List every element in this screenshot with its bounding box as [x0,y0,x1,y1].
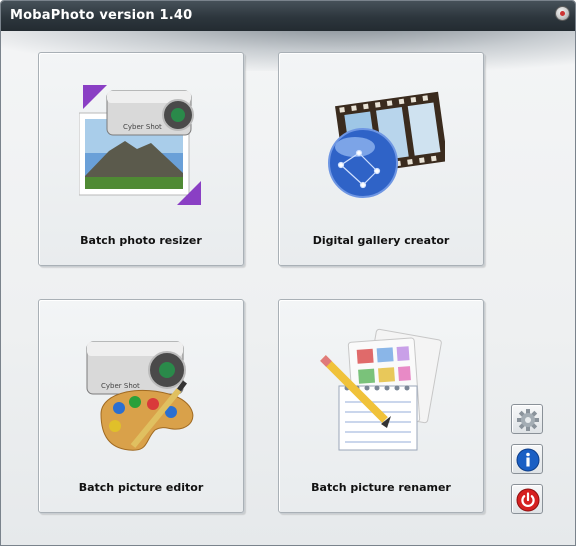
info-icon [516,448,540,472]
close-button[interactable] [556,7,569,20]
gallery-creator-icon [328,91,445,198]
exit-button[interactable] [511,484,543,514]
title-bar: MobaPhoto version 1.40 [1,1,575,31]
picture-editor-icon: Cyber Shot [86,341,194,451]
batch-picture-renamer-button[interactable]: Batch picture renamer [278,299,484,513]
power-icon [516,488,540,512]
photo-resizer-icon: Cyber Shot [79,85,201,205]
info-button[interactable] [511,444,543,474]
main-window: MobaPhoto version 1.40 Cyber Shot Batch … [0,0,576,546]
gear-icon [517,409,539,431]
svg-text:Cyber Shot: Cyber Shot [123,123,162,131]
batch-picture-editor-button[interactable]: Cyber Shot Batch picture editor [38,299,244,513]
digital-gallery-creator-button[interactable]: Digital gallery creator [278,52,484,266]
window-title: MobaPhoto version 1.40 [10,8,193,23]
picture-renamer-icon [320,328,442,451]
svg-text:Cyber Shot: Cyber Shot [101,382,140,390]
tile-label: Batch picture renamer [311,481,451,494]
settings-button[interactable] [511,404,543,434]
tile-label: Digital gallery creator [312,234,450,247]
batch-photo-resizer-button[interactable]: Cyber Shot Batch photo resizer [38,52,244,266]
tile-label: Batch picture editor [78,481,204,494]
tile-label: Batch photo resizer [80,234,202,247]
